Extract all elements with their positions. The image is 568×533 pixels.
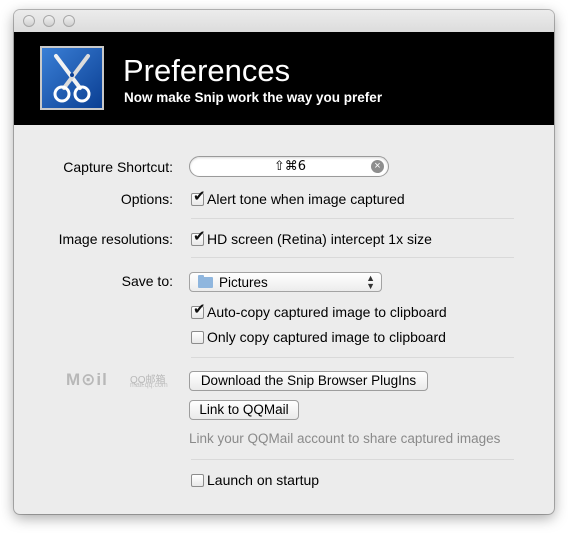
download-plugins-button[interactable]: Download the Snip Browser PlugIns <box>189 371 428 391</box>
qqmail-logo: M⊙il QQ邮箱 mail.qq.com <box>66 370 170 392</box>
title-bar <box>14 10 554 32</box>
checkmark-icon: ✔ <box>193 228 206 245</box>
alert-tone-checkbox[interactable]: ✔ <box>191 189 206 206</box>
capture-shortcut-label: Capture Shortcut: <box>63 159 173 175</box>
checkmark-icon: ✔ <box>193 188 206 205</box>
divider <box>191 459 514 460</box>
divider <box>191 218 514 219</box>
launch-startup-label: Launch on startup <box>207 472 320 488</box>
zoom-window-button[interactable] <box>63 15 75 27</box>
capture-shortcut-field[interactable]: ⇧⌘6 × <box>189 156 389 177</box>
options-label: Options: <box>120 191 173 207</box>
scissors-icon <box>40 46 104 110</box>
divider <box>191 257 514 258</box>
preferences-window: Preferences Now make Snip work the way y… <box>14 10 554 514</box>
hd-screen-checkbox[interactable]: ✔ <box>191 229 206 246</box>
updown-arrows-icon: ▲ ▼ <box>366 273 375 291</box>
only-copy-checkbox[interactable] <box>191 331 204 344</box>
save-location-select[interactable]: Pictures ▲ ▼ <box>189 272 382 292</box>
hd-screen-label: HD screen (Retina) intercept 1x size <box>207 231 432 247</box>
page-title: Preferences <box>123 53 291 88</box>
launch-startup-checkbox[interactable] <box>191 474 204 487</box>
checkmark-icon: ✔ <box>193 301 206 318</box>
qqmail-hint: Link your QQMail account to share captur… <box>189 431 501 446</box>
link-qqmail-button[interactable]: Link to QQMail <box>189 400 299 420</box>
only-copy-label: Only copy captured image to clipboard <box>207 329 446 345</box>
save-to-label: Save to: <box>121 273 173 289</box>
folder-icon <box>198 275 213 288</box>
qqmail-logo-mark: M⊙il <box>66 370 108 389</box>
clear-shortcut-icon[interactable]: × <box>371 160 384 173</box>
shortcut-value: ⇧⌘6 <box>273 159 307 174</box>
close-window-button[interactable] <box>23 15 35 27</box>
save-location-value: Pictures <box>219 275 268 290</box>
qqmail-logo-url: mail.qq.com <box>130 382 168 389</box>
minimize-window-button[interactable] <box>43 15 55 27</box>
alert-tone-label: Alert tone when image captured <box>207 191 405 207</box>
page-subtitle: Now make Snip work the way you prefer <box>124 90 383 105</box>
header-banner: Preferences Now make Snip work the way y… <box>14 32 554 125</box>
auto-copy-checkbox[interactable]: ✔ <box>191 302 206 319</box>
auto-copy-label: Auto-copy captured image to clipboard <box>207 304 447 320</box>
divider <box>191 357 514 358</box>
image-resolutions-label: Image resolutions: <box>58 231 173 247</box>
